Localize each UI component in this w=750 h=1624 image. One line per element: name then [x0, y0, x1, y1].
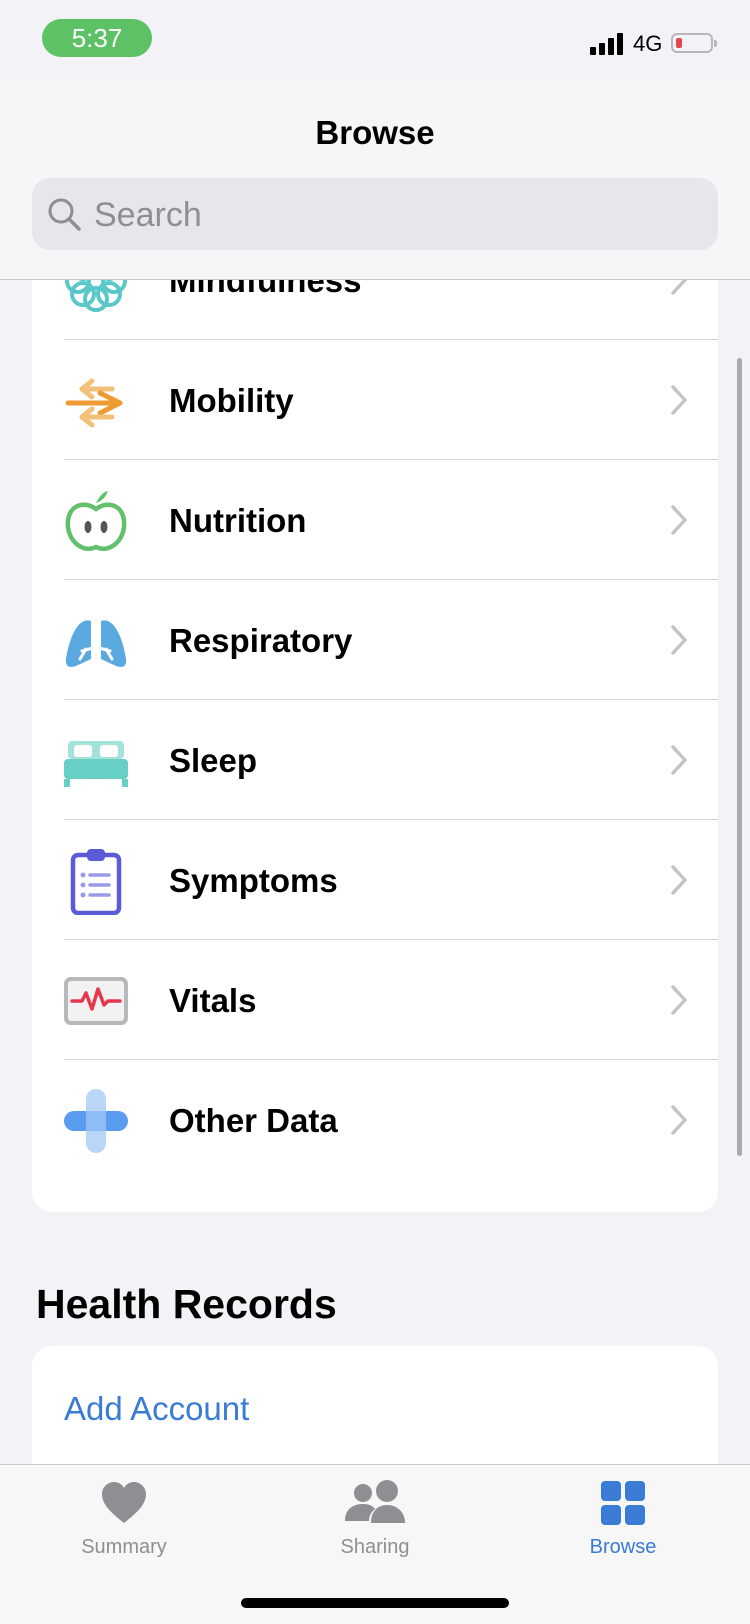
- sleep-icon: [64, 741, 128, 787]
- browse-content: Mindfulness Mobility Nutrition Respirato…: [0, 280, 750, 1464]
- page-title: Browse: [315, 114, 435, 151]
- add-account-button[interactable]: Add Account: [64, 1390, 249, 1428]
- battery-icon: [671, 33, 717, 53]
- tab-label: Browse: [589, 1536, 657, 1558]
- chevron-right-icon: [671, 865, 687, 895]
- cellular-signal-icon: [590, 33, 626, 55]
- category-row-other-data[interactable]: Other Data: [32, 1060, 718, 1180]
- tab-label: Summary: [81, 1536, 167, 1558]
- search-icon: [48, 198, 81, 231]
- heart-icon: [102, 1482, 146, 1523]
- category-label: Sleep: [169, 742, 258, 779]
- status-bar: 5:37 4G: [0, 0, 750, 80]
- tab-browse[interactable]: Browse: [523, 1465, 723, 1565]
- category-label: Respiratory: [169, 622, 353, 659]
- status-time: 5:37: [42, 19, 152, 57]
- other-data-icon: [64, 1089, 128, 1153]
- category-row-mobility[interactable]: Mobility: [32, 340, 718, 460]
- network-type: 4G: [633, 31, 663, 56]
- chevron-right-icon: [671, 985, 687, 1015]
- category-row-respiratory[interactable]: Respiratory: [32, 580, 718, 700]
- tab-summary[interactable]: Summary: [24, 1465, 224, 1565]
- search-input[interactable]: Search: [32, 178, 718, 250]
- mobility-icon: [65, 378, 123, 428]
- category-label: Mindfulness: [169, 280, 362, 299]
- people-icon: [345, 1480, 405, 1523]
- symptoms-icon: [70, 849, 122, 915]
- tab-sharing[interactable]: Sharing: [275, 1465, 475, 1565]
- category-row-mindfulness[interactable]: Mindfulness: [32, 280, 718, 340]
- mindfulness-icon: [65, 280, 127, 312]
- health-records-heading: Health Records: [36, 1281, 337, 1327]
- chevron-right-icon: [671, 625, 687, 655]
- categories-list: Mindfulness Mobility Nutrition Respirato…: [32, 280, 718, 1212]
- respiratory-icon: [65, 613, 127, 667]
- category-row-vitals[interactable]: Vitals: [32, 940, 718, 1060]
- chevron-right-icon: [671, 1105, 687, 1135]
- health-records-card: Add Account: [32, 1346, 718, 1464]
- category-label: Vitals: [169, 982, 257, 1019]
- category-label: Nutrition: [169, 502, 307, 539]
- nutrition-icon: [65, 491, 127, 551]
- category-label: Symptoms: [169, 862, 338, 899]
- scrollbar[interactable]: [737, 358, 742, 1156]
- chevron-right-icon: [671, 385, 687, 415]
- category-row-symptoms[interactable]: Symptoms: [32, 820, 718, 940]
- category-label: Mobility: [169, 382, 294, 419]
- chevron-right-icon: [671, 745, 687, 775]
- grid-icon: [601, 1481, 645, 1525]
- chevron-right-icon: [671, 280, 687, 295]
- chevron-right-icon: [671, 505, 687, 535]
- search-placeholder: Search: [94, 196, 202, 234]
- category-row-sleep[interactable]: Sleep: [32, 700, 718, 820]
- vitals-icon: [64, 977, 128, 1025]
- tab-label: Sharing: [340, 1536, 410, 1558]
- home-indicator[interactable]: [241, 1598, 509, 1608]
- nav-header: Browse Search: [0, 80, 750, 280]
- category-row-nutrition[interactable]: Nutrition: [32, 460, 718, 580]
- category-label: Other Data: [169, 1102, 338, 1139]
